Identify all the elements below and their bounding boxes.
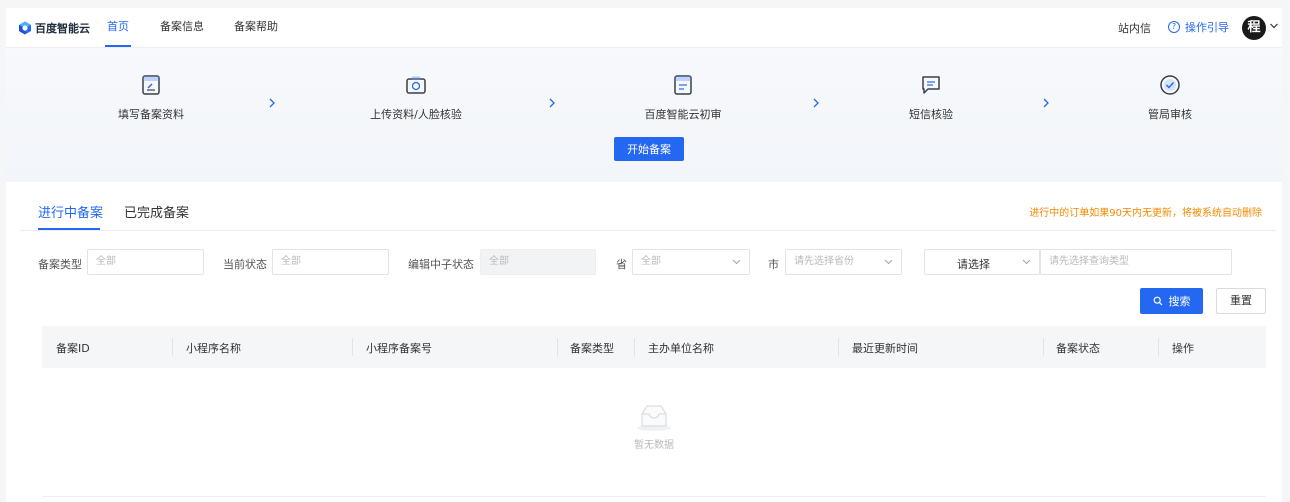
user-avatar[interactable]: 程	[1242, 16, 1266, 40]
step-upload-verify: 上传资料/人脸核验	[356, 74, 476, 122]
query-type-select[interactable]: 请选择	[924, 249, 1040, 275]
query-type-value: 请选择	[957, 258, 990, 271]
check-circle-icon	[1160, 75, 1180, 95]
step-label: 填写备案资料	[118, 108, 184, 121]
chevron-right-icon	[549, 98, 555, 108]
tabs-divider	[20, 230, 1276, 231]
column-header-filing-type: 备案类型	[570, 342, 614, 355]
empty-inbox-icon	[637, 405, 671, 431]
column-header-actions: 操作	[1172, 342, 1194, 355]
column-divider	[1158, 338, 1159, 356]
column-header-app-name: 小程序名称	[186, 342, 241, 355]
step-fill-info: 填写备案资料	[91, 74, 211, 122]
start-filing-button[interactable]: 开始备案	[614, 137, 684, 161]
edit-substatus-select: 全部	[480, 249, 596, 275]
table-header: 备案ID 小程序名称 小程序备案号 备案类型 主办单位名称 最近更新时间 备案状…	[42, 326, 1266, 368]
app-frame: 百度智能云 首页 备案信息 备案帮助 站内信 ? 操作引导 程 填写备案资料 上…	[6, 8, 1282, 502]
step-label: 百度智能云初审	[644, 108, 722, 121]
filing-type-select[interactable]: 全部	[87, 249, 204, 275]
tab-in-progress[interactable]: 进行中备案	[38, 202, 103, 221]
search-button-label: 搜索	[1168, 295, 1191, 308]
nav-home[interactable]: 首页	[107, 20, 129, 34]
current-status-select[interactable]: 全部	[272, 249, 389, 275]
chevron-down-icon	[884, 259, 893, 265]
chevron-down-icon	[732, 259, 741, 265]
brand-logo[interactable]: 百度智能云	[18, 20, 90, 36]
filter-edit-status-label: 编辑中子状态	[408, 258, 474, 271]
top-navbar: 百度智能云 首页 备案信息 备案帮助 站内信 ? 操作引导 程	[6, 8, 1282, 48]
nav-filing-info[interactable]: 备案信息	[160, 20, 204, 34]
site-messages-link[interactable]: 站内信	[1118, 20, 1151, 36]
column-divider	[838, 338, 839, 356]
column-divider	[172, 338, 173, 356]
column-header-filing-id: 备案ID	[56, 342, 90, 355]
document-review-icon	[674, 75, 692, 95]
search-icon	[1153, 296, 1162, 306]
chevron-right-icon	[269, 98, 275, 108]
filing-steps-banner: 填写备案资料 上传资料/人脸核验 百度智能云初审 短信核验 管局审核 开始备案	[6, 48, 1282, 182]
chevron-right-icon	[1043, 98, 1049, 108]
chevron-down-icon	[1022, 259, 1031, 265]
column-header-sponsor-name: 主办单位名称	[648, 342, 714, 355]
province-select-value: 全部	[641, 256, 661, 267]
step-bureau-review: 管局审核	[1110, 74, 1230, 122]
filter-type-label: 备案类型	[38, 258, 82, 271]
operation-guide-link[interactable]: ? 操作引导	[1168, 19, 1229, 35]
step-initial-review: 百度智能云初审	[623, 74, 743, 122]
search-button[interactable]: 搜索	[1140, 288, 1203, 314]
column-divider	[634, 338, 635, 356]
step-label: 短信核验	[909, 108, 953, 121]
step-label: 上传资料/人脸核验	[370, 108, 462, 121]
column-header-filing-status: 备案状态	[1056, 342, 1100, 355]
city-select-value: 请先选择省份	[794, 256, 854, 267]
province-select[interactable]: 全部	[632, 249, 750, 275]
filter-status-label: 当前状态	[223, 258, 267, 271]
column-divider	[1043, 338, 1044, 356]
question-circle-icon: ?	[1168, 21, 1180, 33]
empty-state-text: 暂无数据	[634, 440, 674, 451]
tab-completed[interactable]: 已完成备案	[124, 202, 189, 221]
query-input[interactable]: 请先选择查询类型	[1040, 249, 1232, 275]
reset-button[interactable]: 重置	[1216, 288, 1266, 314]
cloud-logo-icon	[18, 21, 32, 35]
camera-upload-icon	[406, 76, 426, 94]
empty-state: 暂无数据	[624, 402, 684, 451]
nav-filing-help[interactable]: 备案帮助	[234, 20, 278, 34]
auto-delete-warning: 进行中的订单如果90天内无更新，将被系统自动删除	[1029, 208, 1262, 219]
operation-guide-label: 操作引导	[1185, 21, 1229, 34]
column-header-last-updated: 最近更新时间	[852, 342, 918, 355]
step-sms-verify: 短信核验	[871, 74, 991, 122]
brand-name: 百度智能云	[35, 22, 90, 35]
step-label: 管局审核	[1148, 108, 1192, 121]
nav-active-indicator	[105, 45, 131, 47]
column-header-app-filing-number: 小程序备案号	[366, 342, 432, 355]
city-select[interactable]: 请先选择省份	[785, 249, 902, 275]
chevron-down-icon[interactable]	[1269, 21, 1279, 31]
filter-city-label: 市	[768, 258, 779, 271]
table-bottom-border	[42, 496, 1266, 497]
column-divider	[557, 338, 558, 356]
column-divider	[352, 338, 353, 356]
filter-province-label: 省	[616, 258, 627, 271]
sms-message-icon	[922, 76, 940, 94]
form-edit-icon	[142, 75, 160, 95]
filing-list-panel: 进行中备案 已完成备案 进行中的订单如果90天内无更新，将被系统自动删除 备案类…	[20, 182, 1276, 502]
chevron-right-icon	[813, 98, 819, 108]
